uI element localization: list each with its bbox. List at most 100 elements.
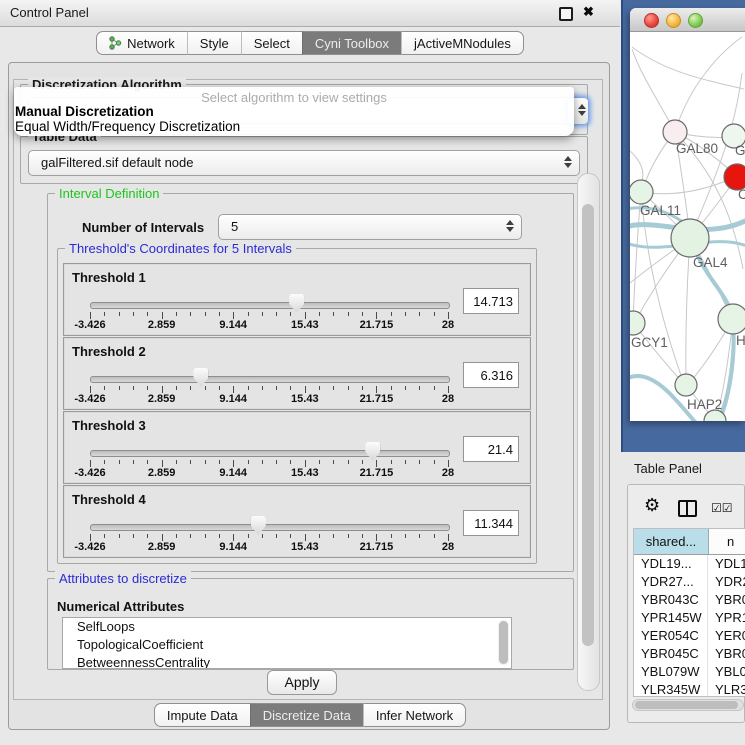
control-panel-scrollbar-thumb[interactable] <box>582 204 594 646</box>
threshold-1-slider-track[interactable] <box>90 302 450 309</box>
tab-discretize-data[interactable]: Discretize Data <box>250 703 363 727</box>
hap2-node[interactable] <box>675 374 697 396</box>
table-row[interactable]: YLR345WYLR3 <box>634 681 745 697</box>
table-cell-name[interactable]: YBL0 <box>708 663 745 681</box>
threshold-1-slider-handle[interactable] <box>289 294 304 313</box>
network-edge <box>632 47 744 89</box>
table-cell-name[interactable]: YER0 <box>708 627 745 645</box>
threshold-3-slider-track[interactable] <box>90 450 450 457</box>
close-traffic-light-icon[interactable] <box>644 13 659 28</box>
attributes-list-scrollbar-thumb[interactable] <box>499 621 508 664</box>
table-cell-shared-name[interactable]: YBR043C <box>634 591 708 609</box>
threshold-2-label: Threshold 2 <box>72 344 146 359</box>
attribute-list-item[interactable]: TopologicalCoefficient <box>63 636 511 654</box>
table-row[interactable]: YBR043CYBR0 <box>634 591 745 609</box>
table-cell-name[interactable]: YPR1 <box>708 609 745 627</box>
tab-cyni-toolbox[interactable]: Cyni Toolbox <box>302 31 401 55</box>
scale-label: 9.144 <box>201 541 265 553</box>
scale-label: 28 <box>416 541 480 553</box>
top-tabbar: Network Style Select Cyni Toolbox jActiv… <box>0 31 620 55</box>
checkboxes-icon[interactable]: ☑☑ <box>711 501 733 515</box>
table-cell-name[interactable]: YDL1 <box>708 555 745 573</box>
scale-label: 15.43 <box>273 319 337 331</box>
scale-label: 15.43 <box>273 541 337 553</box>
threshold-4-value-field[interactable] <box>463 510 519 536</box>
tab-infer-network[interactable]: Infer Network <box>363 703 466 727</box>
tab-jactivemnodules[interactable]: jActiveMNodules <box>401 31 524 55</box>
attributes-list-scrollbar[interactable] <box>498 620 509 665</box>
table-row[interactable]: YDR27...YDR2 <box>634 573 745 591</box>
table-horizontal-scrollbar[interactable] <box>632 699 744 711</box>
table-cell-shared-name[interactable]: YPR145W <box>634 609 708 627</box>
gal4-node-label: GAL4 <box>693 255 728 270</box>
table-cell-name[interactable]: YLR3 <box>708 681 745 697</box>
stepper-arrows-icon <box>564 156 572 168</box>
network-edge <box>675 37 742 132</box>
network-view-window: GAL80GCGAL11GAL4GCY1HHAP2 <box>630 8 745 421</box>
table-cell-shared-name[interactable]: YBR045C <box>634 645 708 663</box>
zoom-traffic-light-icon[interactable] <box>688 13 703 28</box>
table-cell-name[interactable]: YBR0 <box>708 645 745 663</box>
table-panel-title: Table Panel <box>634 461 702 476</box>
number-of-intervals-value: 5 <box>231 219 238 234</box>
scale-label: 9.144 <box>201 393 265 405</box>
tab-style[interactable]: Style <box>187 31 241 55</box>
threshold-3-value-field[interactable] <box>463 436 519 462</box>
numerical-attributes-list[interactable]: SelfLoopsTopologicalCoefficientBetweenne… <box>62 617 512 669</box>
table-header-row: shared... n <box>634 529 745 555</box>
popup-option-equal-width-frequency[interactable]: Equal Width/Frequency Discretization <box>15 119 240 134</box>
minimize-traffic-light-icon[interactable] <box>666 13 681 28</box>
number-of-intervals-combobox[interactable]: 5 <box>218 214 522 240</box>
close-icon[interactable]: ✖ <box>583 4 594 20</box>
popup-option-manual-discretization[interactable]: Manual Discretization <box>15 104 154 119</box>
columns-icon[interactable] <box>678 500 697 517</box>
network-window-titlebar[interactable] <box>630 8 745 32</box>
scale-label: 21.715 <box>344 467 408 479</box>
float-window-icon[interactable] <box>559 7 573 21</box>
scale-label: 2.859 <box>130 393 194 405</box>
table-row[interactable]: YDL19...YDL1 <box>634 555 745 573</box>
attribute-list-item[interactable]: BetweennessCentrality <box>63 654 511 669</box>
control-panel-title: Control Panel <box>10 5 89 20</box>
threshold-3-slider-handle[interactable] <box>365 442 380 461</box>
table-cell-name[interactable]: YDR2 <box>708 573 745 591</box>
table-row[interactable]: YPR145WYPR1 <box>634 609 745 627</box>
threshold-2-slider-handle[interactable] <box>193 368 208 387</box>
threshold-2-slider-track[interactable] <box>90 376 450 383</box>
table-cell-shared-name[interactable]: YDR27... <box>634 573 708 591</box>
gcy1-node[interactable] <box>630 311 645 335</box>
table-cell-shared-name[interactable]: YDL19... <box>634 555 708 573</box>
table-cell-shared-name[interactable]: YLR345W <box>634 681 708 697</box>
h-node[interactable] <box>718 304 745 334</box>
tab-impute-data[interactable]: Impute Data <box>154 703 250 727</box>
table-row[interactable]: YER054CYER0 <box>634 627 745 645</box>
gcy1-node-label: GCY1 <box>631 335 668 350</box>
threshold-4-slider-track[interactable] <box>90 524 450 531</box>
tab-network[interactable]: Network <box>96 31 187 55</box>
apply-button[interactable]: Apply <box>267 670 337 695</box>
gal4-node[interactable] <box>671 219 709 257</box>
table-cell-shared-name[interactable]: YER054C <box>634 627 708 645</box>
threshold-1-label: Threshold 1 <box>72 270 146 285</box>
table-cell-name[interactable]: YBR0 <box>708 591 745 609</box>
scale-label: -3.426 <box>58 319 122 331</box>
scale-label: 15.43 <box>273 393 337 405</box>
control-panel-scrollbar[interactable] <box>577 173 600 691</box>
table-horizontal-scrollbar-thumb[interactable] <box>635 701 738 709</box>
tab-select[interactable]: Select <box>241 31 302 55</box>
table-cell-shared-name[interactable]: YBL079W <box>634 663 708 681</box>
threshold-4-slider-handle[interactable] <box>251 516 266 535</box>
threshold-1-value-field[interactable] <box>463 288 519 314</box>
network-canvas[interactable]: GAL80GCGAL11GAL4GCY1HHAP2 <box>630 31 745 421</box>
table-header-shared-name[interactable]: shared... <box>634 529 709 554</box>
table-header-name[interactable]: n <box>709 529 745 554</box>
table-row[interactable]: YBR045CYBR0 <box>634 645 745 663</box>
threshold-row-3: Threshold 3-3.4262.8599.14415.4321.71528 <box>63 411 531 484</box>
threshold-2-value-field[interactable] <box>463 362 519 388</box>
gal11-node[interactable] <box>630 180 653 204</box>
gear-icon[interactable]: ⚙ <box>644 496 660 514</box>
table-row[interactable]: YBL079WYBL0 <box>634 663 745 681</box>
attribute-list-item[interactable]: SelfLoops <box>63 618 511 636</box>
table-data-combobox[interactable]: galFiltered.sif default node <box>28 150 580 176</box>
scale-label: 15.43 <box>273 467 337 479</box>
